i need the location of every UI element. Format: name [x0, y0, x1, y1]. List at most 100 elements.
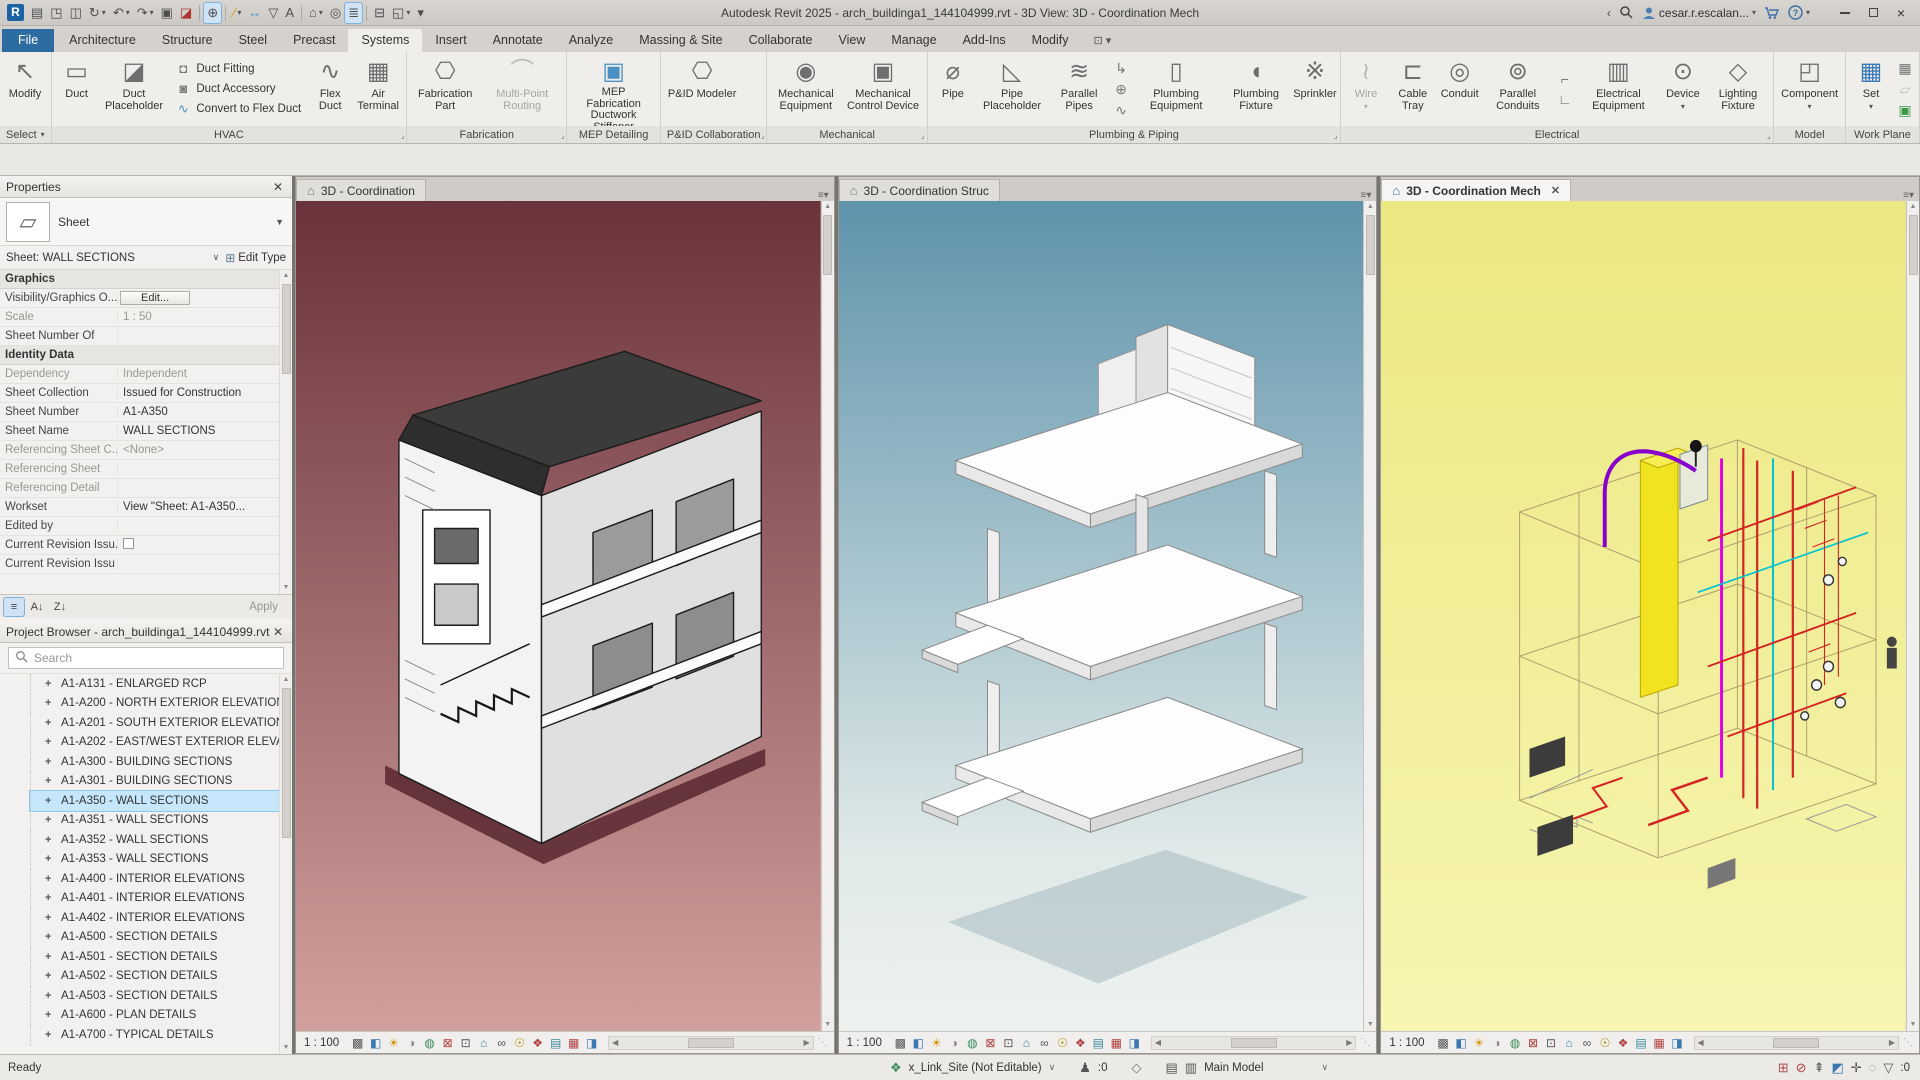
- reveal-hidden-elements-icon[interactable]: ☉: [1054, 1034, 1071, 1052]
- sort-descending-button[interactable]: Z↓: [50, 598, 70, 616]
- highlight-displacement-sets-icon[interactable]: ◨: [583, 1034, 600, 1052]
- ribbon-tab-add-ins[interactable]: Add-Ins: [950, 29, 1019, 52]
- mechanical-equipment-button[interactable]: ◉ Mechanical Equipment: [770, 55, 841, 123]
- qat-default-3d-view-button[interactable]: ⌂ ▾: [306, 3, 326, 23]
- modify-button[interactable]: ↖ Modify: [3, 55, 47, 123]
- render-icon[interactable]: ◍: [964, 1034, 981, 1052]
- sheet-tree-item[interactable]: + A1-A351 - WALL SECTIONS: [30, 810, 292, 830]
- sheet-tree-item[interactable]: + A1-A202 - EAST/WEST EXTERIOR ELEVAT: [30, 732, 292, 752]
- sheet-tree-item[interactable]: + A1-A501 - SECTION DETAILS: [30, 947, 292, 967]
- instance-selector[interactable]: Sheet: WALL SECTIONS: [6, 252, 207, 264]
- crop-view-icon[interactable]: ⊠: [982, 1034, 999, 1052]
- ribbon-tab-systems[interactable]: Systems: [348, 29, 423, 52]
- property-group-header[interactable]: Graphics∧: [0, 270, 292, 289]
- design-options-dialog-icon[interactable]: ▥: [1185, 1060, 1197, 1076]
- crop-view-icon[interactable]: ⊠: [439, 1034, 456, 1052]
- worksets-dialog-icon[interactable]: ▤: [1165, 1060, 1177, 1076]
- show-analytical-model-icon[interactable]: ▦: [1108, 1034, 1125, 1052]
- duct-placeholder-button[interactable]: ◪ Duct Placeholder: [100, 55, 169, 123]
- view-canvas-coordination-struc[interactable]: [838, 201, 1364, 1031]
- ribbon-tab-manage[interactable]: Manage: [878, 29, 949, 52]
- qat-open-button[interactable]: ◳: [47, 3, 65, 23]
- select-by-face-toggle-icon[interactable]: ◩: [1831, 1060, 1843, 1076]
- sheet-tree-item[interactable]: + A1-A500 - SECTION DETAILS: [30, 927, 292, 947]
- ribbon-tab-file[interactable]: File: [2, 29, 55, 52]
- vertical-scrollbar[interactable]: ▲ ▼: [820, 201, 834, 1031]
- electrical-panel-label[interactable]: Electrical ›: [1340, 126, 1774, 143]
- save-orientation-icon[interactable]: ⌂: [1018, 1034, 1035, 1052]
- pipe-placeholder-button[interactable]: ◺ Pipe Placeholder: [976, 55, 1048, 123]
- worksharing-display-icon[interactable]: ❖: [1615, 1034, 1632, 1052]
- panel-expander-icon[interactable]: ›: [1332, 133, 1340, 141]
- visual-style-icon[interactable]: ◧: [910, 1034, 927, 1052]
- tree-expander-icon[interactable]: +: [45, 814, 55, 826]
- exclude-options-icon[interactable]: ◌: [1869, 1060, 1877, 1075]
- properties-close-icon[interactable]: ✕: [270, 180, 286, 194]
- detail-level-icon[interactable]: ▩: [1435, 1034, 1452, 1052]
- horizontal-scrollbar[interactable]: ◀ ▶: [608, 1035, 814, 1050]
- pid-collaboration-panel-label[interactable]: P&ID Collaboration ›: [660, 126, 767, 143]
- editable-count[interactable]: :0: [1098, 1062, 1108, 1074]
- user-account-button[interactable]: cesar.r.escalan... ▾: [1642, 6, 1756, 20]
- sun-path-icon[interactable]: ☀: [385, 1034, 402, 1052]
- filter-count[interactable]: :0: [1900, 1062, 1910, 1074]
- parallel-conduits-button[interactable]: ⊚ Parallel Conduits: [1483, 55, 1553, 123]
- vertical-scrollbar[interactable]: ▲ ▼: [1906, 201, 1920, 1031]
- restore-button[interactable]: [1860, 3, 1886, 23]
- active-view-switcher[interactable]: ⊡ ▾: [1088, 31, 1118, 52]
- ribbon-tab-analyze[interactable]: Analyze: [556, 29, 626, 52]
- detail-level-icon[interactable]: ▩: [349, 1034, 366, 1052]
- tree-expander-icon[interactable]: +: [45, 990, 55, 1002]
- browser-search-input[interactable]: Search: [8, 647, 284, 669]
- pipe-fitting-icon[interactable]: ↳: [1113, 60, 1129, 77]
- editable-only-person-icon[interactable]: ♟: [1079, 1060, 1091, 1076]
- sheet-tree-item[interactable]: + A1-A700 - TYPICAL DETAILS: [30, 1025, 292, 1045]
- ribbon-tab-annotate[interactable]: Annotate: [480, 29, 556, 52]
- qat-aligned-dimension-button[interactable]: ↔: [245, 3, 264, 23]
- hvac-panel-label[interactable]: HVAC ›: [51, 126, 407, 143]
- view-tab-menu-icon[interactable]: ≡▾: [813, 190, 834, 201]
- filter-funnel-icon[interactable]: ▽: [1883, 1060, 1893, 1076]
- qat-redo-button[interactable]: ↷ ▾: [134, 3, 157, 23]
- reveal-hidden-elements-icon[interactable]: ☉: [1597, 1034, 1614, 1052]
- property-value[interactable]: WALL SECTIONS: [118, 425, 292, 437]
- property-value[interactable]: 1 : 50: [118, 311, 292, 323]
- work-plane-viewer-icon[interactable]: ▣: [1897, 102, 1913, 119]
- collapse-chevron-icon[interactable]: ‹: [1607, 6, 1611, 20]
- tree-expander-icon[interactable]: +: [45, 931, 55, 943]
- temporary-view-properties-icon[interactable]: ▤: [547, 1034, 564, 1052]
- active-workset-cube-icon[interactable]: ❖: [890, 1060, 902, 1076]
- qat-measure-button[interactable]: ∕ ▾: [230, 3, 244, 23]
- property-group-header[interactable]: Identity Data∧: [0, 346, 292, 365]
- visual-style-icon[interactable]: ◧: [367, 1034, 384, 1052]
- conduit-button[interactable]: ◎ Conduit: [1438, 55, 1482, 123]
- set-work-plane-button[interactable]: ▦ Set ▾: [1849, 55, 1893, 123]
- conduit-fitting-icon[interactable]: ∟: [1557, 91, 1573, 107]
- sun-path-icon[interactable]: ☀: [1471, 1034, 1488, 1052]
- resize-grip[interactable]: ⋱: [1901, 1037, 1915, 1048]
- instance-selector-caret-icon[interactable]: ∨: [213, 252, 220, 263]
- show-work-plane-icon[interactable]: ▦: [1897, 60, 1913, 77]
- ribbon-tab-massing-site[interactable]: Massing & Site: [626, 29, 735, 52]
- close-button[interactable]: ×: [1888, 3, 1914, 23]
- view-tab-menu-icon[interactable]: ≡▾: [1898, 190, 1919, 201]
- sheet-tree-item[interactable]: + A1-A353 - WALL SECTIONS: [30, 849, 292, 869]
- temporary-view-properties-icon[interactable]: ▤: [1633, 1034, 1650, 1052]
- render-icon[interactable]: ◍: [421, 1034, 438, 1052]
- sheet-tree-item[interactable]: + A1-A300 - BUILDING SECTIONS: [30, 752, 292, 772]
- qat-switch-windows-button[interactable]: ◱ ▾: [389, 3, 413, 23]
- select-pinned-toggle-icon[interactable]: ⇞: [1814, 1060, 1825, 1076]
- view-canvas-coordination-mech[interactable]: [1381, 201, 1907, 1031]
- sheet-tree-item[interactable]: + A1-A350 - WALL SECTIONS: [29, 790, 292, 812]
- pipe-accessory-icon[interactable]: ⊕: [1113, 81, 1129, 98]
- worksharing-display-icon[interactable]: ❖: [1072, 1034, 1089, 1052]
- pipe-button[interactable]: ⌀ Pipe: [931, 55, 975, 123]
- temporary-hide-isolate-icon[interactable]: ∞: [493, 1034, 510, 1052]
- show-analytical-model-icon[interactable]: ▦: [1651, 1034, 1668, 1052]
- lighting-fixture-button[interactable]: ◇ Lighting Fixture: [1706, 55, 1770, 123]
- duct-accessory-button[interactable]: ◙ Duct Accessory: [173, 80, 303, 97]
- mep-detailing-panel-label[interactable]: MEP Detailing: [567, 126, 660, 143]
- tree-expander-icon[interactable]: +: [45, 775, 55, 787]
- scale-button[interactable]: 1 : 100: [843, 1037, 890, 1049]
- horizontal-scrollbar[interactable]: ◀ ▶: [1150, 1035, 1357, 1050]
